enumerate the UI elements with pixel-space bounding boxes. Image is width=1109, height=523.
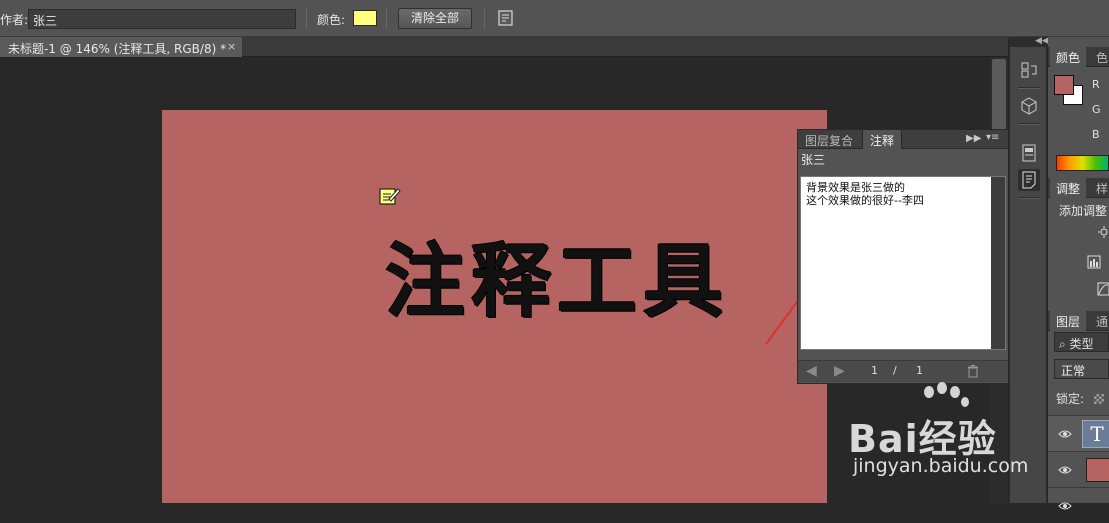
note-index-separator: / — [893, 364, 897, 377]
notes-panel-footer: ◀ ▶ 1 / 1 — [798, 360, 1008, 382]
note-text-line: 这个效果做的很好--李四 — [806, 194, 924, 207]
lock-label: 锁定: — [1056, 392, 1085, 406]
eye-icon[interactable] — [1058, 500, 1072, 510]
adjustments-panel-header: 调整 样 — [1048, 178, 1109, 198]
document-tab-bar: 未标题-1 @ 146% (注释工具, RGB/8) * × — [0, 37, 1008, 57]
notes-panel-header: 图层复合 注释 ▶▶ ▾≡ — [798, 130, 1008, 149]
levels-icon[interactable] — [1087, 255, 1101, 269]
layer-row[interactable] — [1048, 487, 1109, 523]
divider — [1018, 197, 1040, 199]
close-icon[interactable]: × — [227, 40, 236, 53]
right-panels: 颜色 色 R G B 调整 样 添加调整 图层 通 ⌕ 类型 正常 锁定: T — [1048, 37, 1109, 510]
note-color-swatch[interactable] — [353, 10, 377, 26]
note-marker-icon[interactable] — [379, 186, 401, 206]
color-panel-header: 颜色 色 — [1048, 47, 1109, 67]
eye-icon[interactable] — [1058, 464, 1072, 474]
panel-icon-strip: ◀◀ — [1009, 36, 1049, 503]
3d-cube-icon[interactable] — [1018, 95, 1040, 117]
tab-layer-comps[interactable]: 图层复合 — [798, 130, 860, 149]
tab-swatches[interactable]: 色 — [1090, 47, 1109, 67]
note-current-index: 1 — [871, 364, 878, 377]
divider — [1018, 123, 1040, 125]
options-bar: 作者: 张三 颜色: 清除全部 — [0, 0, 1109, 37]
divider — [484, 7, 485, 29]
add-adjustment-label: 添加调整 — [1059, 204, 1108, 218]
color-label: 颜色: — [317, 13, 346, 27]
blend-mode-select[interactable]: 正常 — [1054, 359, 1109, 379]
collapse-panel-icon[interactable]: ▶▶ — [966, 133, 981, 144]
clear-all-button[interactable]: 清除全部 — [398, 8, 472, 29]
tab-styles[interactable]: 样 — [1090, 178, 1109, 198]
collapse-arrows-icon[interactable]: ◀◀ — [1035, 36, 1049, 46]
document-tab[interactable]: 未标题-1 @ 146% (注释工具, RGB/8) * — [0, 37, 242, 57]
strip-header: ◀◀ — [1010, 36, 1049, 47]
red-label: R — [1092, 78, 1100, 91]
panel-menu-icon[interactable]: ▾≡ — [986, 132, 999, 143]
notes-panel: 图层复合 注释 ▶▶ ▾≡ 张三 背景效果是张三做的 这个效果做的很好--李四 … — [797, 129, 1009, 384]
history-icon[interactable] — [1018, 59, 1040, 81]
divider — [306, 7, 307, 29]
tab-channels[interactable]: 通 — [1090, 311, 1109, 331]
eye-icon[interactable] — [1058, 428, 1072, 438]
green-label: G — [1092, 103, 1101, 116]
watermark-url: jingyan.baidu.com — [853, 455, 1029, 477]
next-note-icon[interactable]: ▶ — [834, 363, 845, 379]
layer-row-text[interactable]: T — [1048, 415, 1109, 451]
note-author: 张三 — [801, 153, 826, 167]
notes-panel-toggle-icon[interactable] — [496, 9, 516, 28]
layer-filter-value: 类型 — [1069, 337, 1094, 351]
canvas-text-layer: 注释工具 — [385, 235, 729, 328]
color-spectrum[interactable] — [1056, 155, 1109, 171]
layers-panel-header: 图层 通 — [1048, 311, 1109, 331]
layer-filter-select[interactable]: ⌕ 类型 — [1054, 332, 1109, 352]
author-label: 作者: — [0, 13, 29, 27]
curves-icon[interactable] — [1097, 282, 1109, 296]
note-scrollbar[interactable] — [991, 177, 1005, 349]
search-icon: ⌕ — [1059, 337, 1070, 351]
author-input[interactable]: 张三 — [28, 9, 296, 29]
note-total-count: 1 — [916, 364, 923, 377]
color-layer-thumbnail — [1086, 458, 1109, 482]
layer-row-background[interactable] — [1048, 451, 1109, 487]
divider — [1018, 87, 1040, 89]
divider — [386, 7, 387, 29]
foreground-color-front[interactable] — [1054, 75, 1074, 95]
tab-layers[interactable]: 图层 — [1050, 311, 1087, 331]
trash-icon[interactable] — [966, 364, 980, 378]
document-tab-title: 未标题-1 @ 146% (注释工具, RGB/8) * — [8, 42, 227, 56]
blue-label: B — [1092, 128, 1100, 141]
tab-adjustments[interactable]: 调整 — [1050, 178, 1087, 198]
notes-icon[interactable] — [1018, 169, 1040, 191]
tab-notes[interactable]: 注释 — [862, 130, 903, 149]
previous-note-icon[interactable]: ◀ — [806, 363, 817, 379]
text-layer-thumbnail: T — [1082, 420, 1109, 448]
brightness-icon[interactable] — [1095, 225, 1109, 239]
lock-transparency-icon[interactable] — [1094, 394, 1104, 404]
layer-comps-icon[interactable] — [1018, 142, 1040, 164]
tab-color[interactable]: 颜色 — [1050, 47, 1087, 67]
note-text-area[interactable]: 背景效果是张三做的 这个效果做的很好--李四 — [800, 176, 1006, 350]
